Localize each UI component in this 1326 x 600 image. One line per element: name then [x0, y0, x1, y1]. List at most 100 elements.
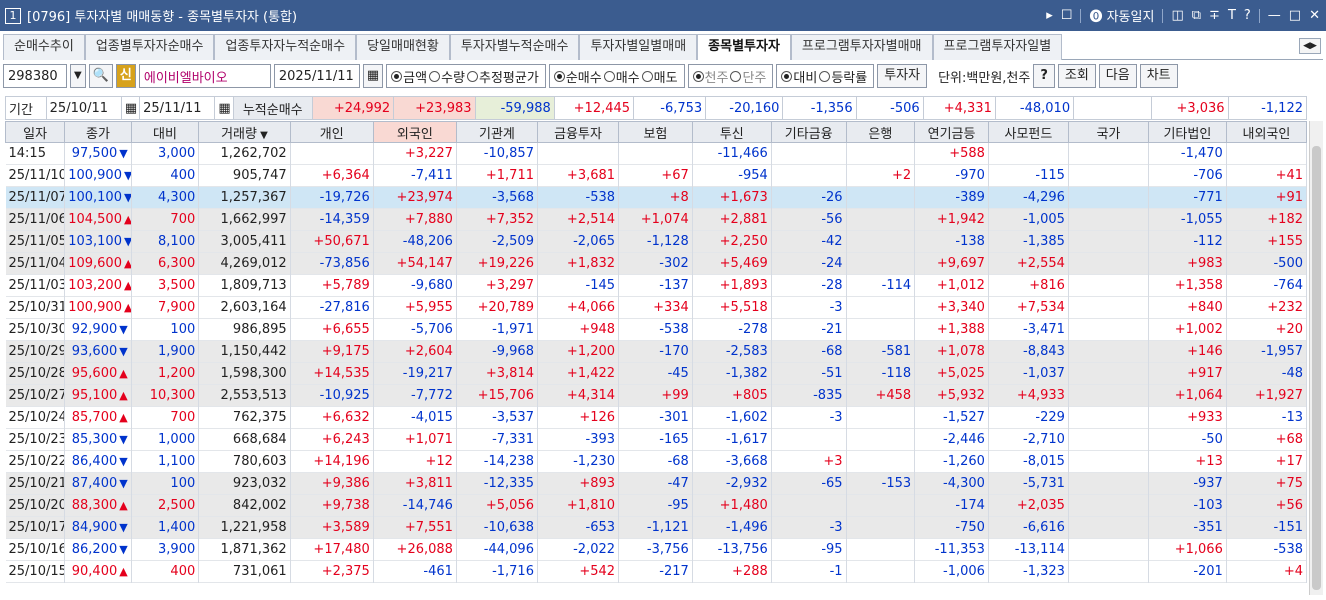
radio-radio3-1[interactable]: 단주	[730, 67, 766, 86]
cell-value: -764	[1226, 274, 1308, 297]
table-row[interactable]: 25/10/16 86,200 ▼ 3,900 1,871,362 +17,480 +26,…	[5, 538, 1308, 561]
tab-6[interactable]: 투자자별일별매매	[579, 34, 698, 60]
table-row[interactable]: 25/11/04109,600▲6,3004,269,012-73,856+54…	[5, 252, 1308, 275]
pin-icon[interactable]: ∓	[1209, 8, 1220, 23]
column-header[interactable]: 거래량 ▼	[198, 121, 291, 143]
investor-button[interactable]: 투자자	[877, 64, 928, 88]
table-row[interactable]: 25/10/20 88,300 ▲ 2,500 842,002 +9,738 -14,746…	[5, 494, 1308, 517]
help-icon[interactable]: ?	[1244, 8, 1251, 23]
column-header[interactable]: 연기금등	[914, 121, 989, 143]
to-calendar-icon[interactable]: ▦	[214, 96, 234, 120]
auto-journal-button[interactable]: ⓿ 자동일지	[1089, 6, 1154, 25]
cell-value	[1068, 252, 1149, 275]
table-row[interactable]: 25/10/31100,900▲7,9002,603,164-27,816+5,…	[5, 296, 1308, 319]
column-header[interactable]: 은행	[845, 121, 916, 143]
table-row[interactable]: 25/10/21 87,400 ▼ 100 923,032 +9,386 +3,811 -12…	[5, 472, 1308, 495]
table-row[interactable]: 25/11/07100,100▼4,3001,257,367-19,726+23…	[5, 186, 1308, 209]
column-header[interactable]: 기타법인	[1147, 121, 1227, 143]
cell-value	[1068, 516, 1149, 539]
column-header[interactable]: 보험	[618, 121, 693, 143]
radio-radio4-1[interactable]: 등락률	[819, 67, 867, 86]
next-button[interactable]: 다음	[1098, 64, 1137, 88]
tab-9[interactable]: 프로그램투자자일별	[932, 34, 1063, 60]
calendar-icon[interactable]: ▦	[362, 64, 384, 88]
table-row[interactable]: 25/10/22 86,400 ▼ 1,100 780,603 +14,196 +12 -14…	[5, 450, 1308, 473]
table-row[interactable]: 25/11/03103,200▲3,5001,809,713+5,789-9,6…	[5, 274, 1308, 297]
radio-radio3-0[interactable]: 천주	[692, 67, 728, 86]
column-header[interactable]: 개인	[289, 121, 374, 143]
expand-icon[interactable]: ▸	[1046, 8, 1053, 23]
from-calendar-icon[interactable]: ▦	[120, 96, 141, 120]
font-size-icon[interactable]: T	[1228, 8, 1236, 23]
column-header[interactable]: 사모펀드	[987, 121, 1069, 143]
cell-value	[771, 494, 847, 517]
chart-button[interactable]: 차트	[1139, 64, 1178, 88]
table-row[interactable]: 25/10/27 95,100 ▲ 10,300 2,553,513 -10,925 -7,…	[5, 384, 1308, 407]
cell-value: +1,388	[914, 318, 989, 341]
table-row[interactable]: 25/10/15 90,400 ▲ 400 731,061 +2,375 -461 -1,71…	[5, 560, 1308, 583]
table-row[interactable]: 25/10/30 92,900 ▼ 100 986,895 +6,655 -5,706 -1,…	[5, 318, 1308, 341]
volume-dropdown-icon[interactable]: ▼	[257, 130, 268, 141]
memo-icon[interactable]: ☐	[1061, 8, 1073, 23]
tab-2[interactable]: 업종별투자자순매수	[84, 34, 215, 60]
radio-dot-icon	[692, 70, 704, 82]
stock-code-input[interactable]: 298380	[3, 64, 67, 88]
column-header[interactable]: 내외국인	[1225, 121, 1308, 143]
radio-radio2-0[interactable]: 순매수	[553, 67, 602, 86]
cell-change: 1,400	[131, 516, 200, 539]
tab-scroll-arrows-icon[interactable]: ◀▶	[1299, 38, 1321, 54]
column-header[interactable]: 종가	[64, 121, 132, 143]
column-header[interactable]: 대비	[130, 121, 200, 143]
cell-value: -56	[771, 208, 847, 231]
column-header[interactable]: 금융투자	[536, 121, 620, 143]
tab-4[interactable]: 당일매매현황	[356, 34, 450, 60]
column-header[interactable]: 기타금융	[770, 121, 847, 143]
table-row[interactable]: 25/10/28 95,600 ▲ 1,200 1,598,300 +14,535 -19,…	[5, 362, 1308, 385]
restore-icon[interactable]: ◫	[1171, 8, 1183, 23]
cell-value: -538	[537, 186, 620, 209]
maximize-icon[interactable]: □	[1289, 8, 1301, 23]
table-row[interactable]: 25/10/17 84,900 ▼ 1,400 1,221,958 +3,589 +7,55…	[5, 516, 1308, 539]
help-button[interactable]: ?	[1033, 64, 1055, 88]
copy-window-icon[interactable]: ⧉	[1192, 8, 1201, 23]
table-row[interactable]: 14:15 97,500 ▼ 3,000 1,262,702 +3,227 -10,857 -…	[5, 142, 1308, 165]
scrollbar-thumb[interactable]	[1312, 146, 1321, 590]
cell-value: -2,065	[537, 230, 620, 253]
table-row[interactable]: 25/11/05103,100▼8,1003,005,411+50,671-48…	[5, 230, 1308, 253]
period-to[interactable]: 25/11/11	[139, 96, 216, 120]
table-row[interactable]: 25/11/10100,900▼400905,747+6,364-7,411+1…	[5, 164, 1308, 187]
summary-value: +12,445	[553, 96, 635, 120]
close-icon[interactable]: ✕	[1309, 8, 1320, 23]
radio-radio1-1[interactable]: 수량	[429, 67, 465, 86]
radio-radio2-1[interactable]: 매수	[603, 67, 640, 86]
tab-3[interactable]: 업종투자자누적순매수	[214, 34, 357, 60]
radio-radio1-0[interactable]: 금액	[391, 67, 427, 86]
table-row[interactable]: 25/10/23 85,300 ▼ 1,000 668,684 +6,243 +1,071-…	[5, 428, 1308, 451]
code-dropdown-icon[interactable]: ▼	[70, 64, 86, 88]
radio-radio1-2[interactable]: 추정평균가	[467, 67, 539, 86]
period-from[interactable]: 25/10/11	[45, 96, 122, 120]
tab-1[interactable]: 순매수추이	[3, 34, 85, 60]
query-button[interactable]: 조회	[1057, 64, 1096, 88]
cell-value: -4,015	[373, 406, 457, 429]
column-header[interactable]: 국가	[1067, 121, 1149, 143]
table-row[interactable]: 25/10/29 93,600 ▼ 1,900 1,150,442 +9,175 +2,60…	[5, 340, 1308, 363]
column-header[interactable]: 일자	[4, 121, 66, 143]
tab-5[interactable]: 투자자별누적순매수	[449, 34, 580, 60]
radio-radio4-0[interactable]: 대비	[781, 67, 817, 86]
table-row[interactable]: 25/10/24 85,700 ▲ 700 762,375 +6,632 -4,015 -3,…	[5, 406, 1308, 429]
tab-7[interactable]: 종목별투자자	[697, 34, 791, 60]
cell-date: 25/11/04	[5, 252, 66, 275]
minimize-icon[interactable]: —	[1268, 8, 1281, 23]
cell-close: 86,400	[71, 454, 118, 469]
radio-radio2-2[interactable]: 매도	[641, 67, 678, 86]
table-row[interactable]: 25/11/06104,500▲7001,662,997-14,359+7,88…	[5, 208, 1308, 231]
stock-name-field[interactable]: 에이비엘바이오	[138, 64, 271, 88]
column-header[interactable]: 기관계	[455, 121, 538, 143]
column-header[interactable]: 외국인	[372, 121, 457, 143]
tab-8[interactable]: 프로그램투자자별매매	[790, 34, 933, 60]
vertical-scrollbar[interactable]	[1309, 121, 1323, 595]
search-icon[interactable]: 🔍	[88, 64, 113, 88]
column-header[interactable]: 투신	[691, 121, 772, 143]
date-input[interactable]: 2025/11/11	[273, 64, 360, 88]
